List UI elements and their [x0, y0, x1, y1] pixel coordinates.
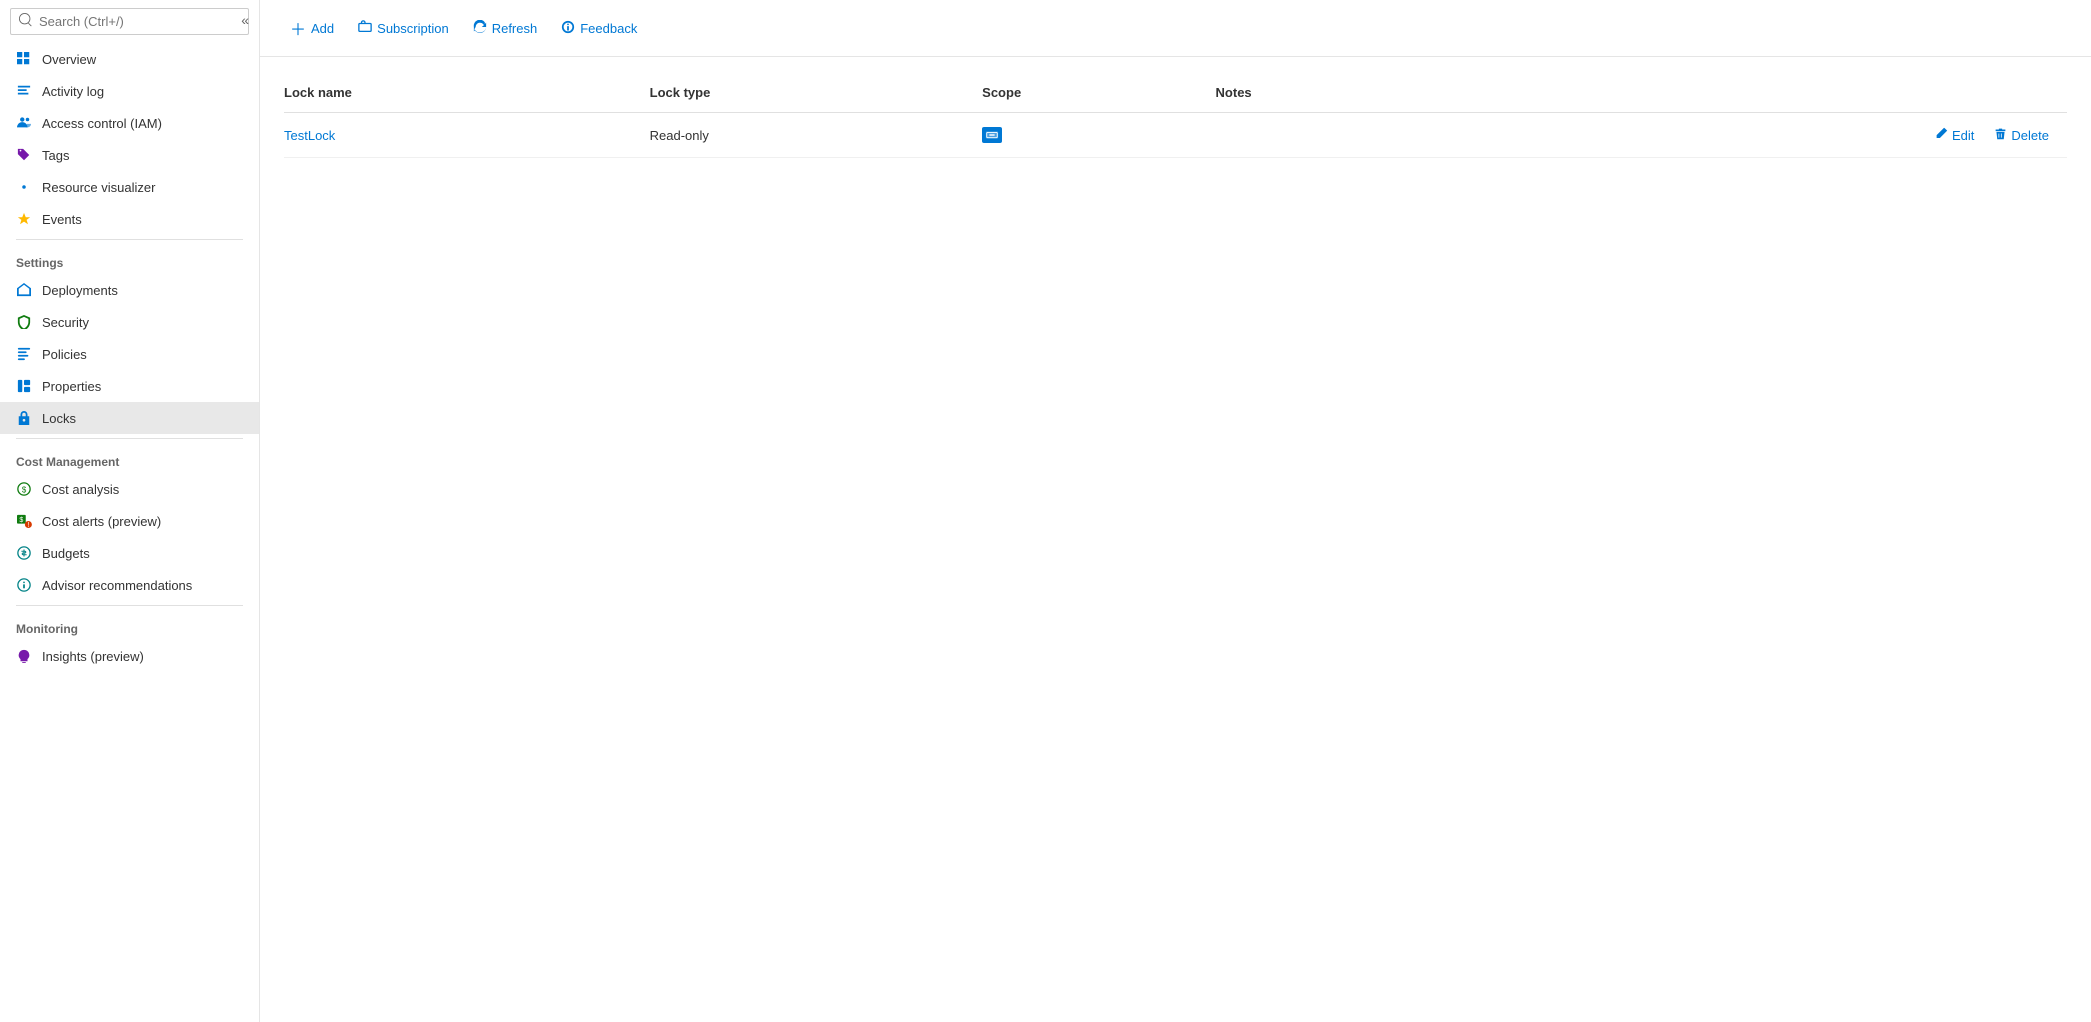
settings-section-label: Settings	[0, 244, 259, 274]
sidebar-item-access-control[interactable]: Access control (IAM)	[0, 107, 259, 139]
delete-icon	[1994, 127, 2007, 143]
lock-type-value: Read-only	[650, 128, 709, 143]
locks-table-container: Lock name Lock type Scope Notes TestLock…	[260, 57, 2091, 1022]
subscription-button[interactable]: Subscription	[348, 14, 459, 43]
locks-icon	[16, 410, 32, 426]
sidebar-item-cost-alerts[interactable]: $! Cost alerts (preview)	[0, 505, 259, 537]
sidebar-item-properties[interactable]: Properties	[0, 370, 259, 402]
cost-management-divider	[16, 438, 243, 439]
sidebar-item-label: Insights (preview)	[42, 649, 144, 664]
activity-icon	[16, 83, 32, 99]
tag-icon	[16, 147, 32, 163]
sidebar-item-deployments[interactable]: Deployments	[0, 274, 259, 306]
sidebar-item-advisor-recommendations[interactable]: Advisor recommendations	[0, 569, 259, 601]
col-scope: Scope	[982, 77, 1215, 113]
sidebar-item-label: Properties	[42, 379, 101, 394]
sidebar-item-label: Deployments	[42, 283, 118, 298]
lock-notes-value	[1216, 113, 1436, 158]
row-actions: Edit Delete	[1436, 123, 2055, 147]
scope-icon	[982, 127, 1002, 143]
main-content: ＋ Add Subscription Refresh Feedback	[260, 0, 2091, 1022]
lock-name-link[interactable]: TestLock	[284, 128, 335, 143]
sidebar-item-label: Tags	[42, 148, 69, 163]
col-lock-name: Lock name	[284, 77, 650, 113]
cost-management-section-label: Cost Management	[0, 443, 259, 473]
properties-icon	[16, 378, 32, 394]
feedback-button[interactable]: Feedback	[551, 14, 647, 43]
visualizer-icon	[16, 179, 32, 195]
svg-text:$: $	[19, 517, 23, 524]
subscription-icon	[358, 20, 372, 37]
grid-icon	[16, 51, 32, 67]
sidebar-item-label: Advisor recommendations	[42, 578, 192, 593]
cost-analysis-icon: $	[16, 481, 32, 497]
policies-icon	[16, 346, 32, 362]
toolbar: ＋ Add Subscription Refresh Feedback	[260, 0, 2091, 57]
sidebar-item-label: Policies	[42, 347, 87, 362]
search-box[interactable]	[10, 8, 249, 35]
edit-button[interactable]: Edit	[1929, 123, 1980, 147]
sidebar-item-overview[interactable]: Overview	[0, 43, 259, 75]
cost-alerts-icon: $!	[16, 513, 32, 529]
col-notes: Notes	[1216, 77, 1436, 113]
sidebar-item-label: Resource visualizer	[42, 180, 155, 195]
insights-icon	[16, 648, 32, 664]
people-icon	[16, 115, 32, 131]
sidebar-item-insights[interactable]: Insights (preview)	[0, 640, 259, 672]
sidebar-item-security[interactable]: Security	[0, 306, 259, 338]
sidebar-item-events[interactable]: Events	[0, 203, 259, 235]
collapse-button[interactable]: «	[235, 10, 255, 30]
search-input[interactable]	[39, 14, 240, 29]
security-icon	[16, 314, 32, 330]
refresh-icon	[473, 20, 487, 37]
edit-icon	[1935, 127, 1948, 143]
events-icon	[16, 211, 32, 227]
sidebar-item-resource-visualizer[interactable]: Resource visualizer	[0, 171, 259, 203]
table-row: TestLock Read-only	[284, 113, 2067, 158]
refresh-button[interactable]: Refresh	[463, 14, 548, 43]
settings-divider	[16, 239, 243, 240]
sidebar-item-label: Security	[42, 315, 89, 330]
sidebar-item-label: Cost analysis	[42, 482, 119, 497]
monitoring-section-label: Monitoring	[0, 610, 259, 640]
col-lock-type: Lock type	[650, 77, 983, 113]
sidebar-item-budgets[interactable]: Budgets	[0, 537, 259, 569]
sidebar-item-tags[interactable]: Tags	[0, 139, 259, 171]
advisor-icon	[16, 577, 32, 593]
deployments-icon	[16, 282, 32, 298]
monitoring-divider	[16, 605, 243, 606]
sidebar-item-label: Activity log	[42, 84, 104, 99]
sidebar-item-policies[interactable]: Policies	[0, 338, 259, 370]
delete-button[interactable]: Delete	[1988, 123, 2055, 147]
sidebar-item-label: Overview	[42, 52, 96, 67]
sidebar: Overview Activity log Access control (IA…	[0, 0, 260, 1022]
sidebar-item-locks[interactable]: Locks	[0, 402, 259, 434]
col-actions	[1436, 77, 2067, 113]
locks-table: Lock name Lock type Scope Notes TestLock…	[284, 77, 2067, 158]
sidebar-item-label: Cost alerts (preview)	[42, 514, 161, 529]
sidebar-item-activity-log[interactable]: Activity log	[0, 75, 259, 107]
sidebar-item-label: Locks	[42, 411, 76, 426]
sidebar-item-label: Budgets	[42, 546, 90, 561]
sidebar-item-label: Events	[42, 212, 82, 227]
feedback-icon	[561, 20, 575, 37]
search-icon	[19, 13, 33, 30]
svg-text:!: !	[27, 522, 29, 528]
svg-text:$: $	[22, 486, 27, 495]
add-icon: ＋	[290, 16, 306, 40]
sidebar-item-label: Access control (IAM)	[42, 116, 162, 131]
add-button[interactable]: ＋ Add	[280, 10, 344, 46]
budgets-icon	[16, 545, 32, 561]
sidebar-item-cost-analysis[interactable]: $ Cost analysis	[0, 473, 259, 505]
